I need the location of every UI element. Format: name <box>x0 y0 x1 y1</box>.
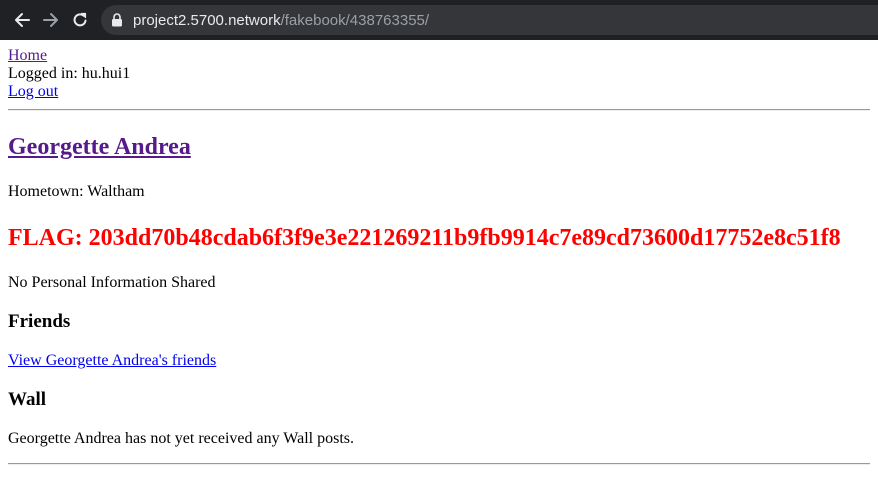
friends-heading: Friends <box>8 311 71 332</box>
top-nav: Home Logged in: hu.hui1 Log out <box>8 40 870 101</box>
logged-in-text: Logged in: hu.hui1 <box>8 65 131 82</box>
logout-link[interactable]: Log out <box>8 83 58 100</box>
page-content: Home Logged in: hu.hui1 Log out Georgett… <box>0 40 878 465</box>
profile-name-heading: Georgette Andrea <box>8 131 870 163</box>
address-bar[interactable]: project2.5700.network/fakebook/438763355… <box>101 5 878 35</box>
back-button[interactable] <box>8 6 36 34</box>
home-link[interactable]: Home <box>8 47 47 64</box>
personal-info-text: No Personal Information Shared <box>8 274 216 291</box>
divider-bottom <box>8 463 870 465</box>
reload-button[interactable] <box>66 6 94 34</box>
wall-message: Georgette Andrea has not yet received an… <box>8 430 355 447</box>
url-host: project2.5700.network <box>133 11 281 29</box>
flag-text: FLAG: 203dd70b48cdab6f3f9e3e221269211b9f… <box>8 225 841 251</box>
hometown-text: Hometown: Waltham <box>8 183 145 200</box>
profile-name-link[interactable]: Georgette Andrea <box>8 134 191 160</box>
reload-icon <box>73 12 87 27</box>
browser-toolbar: project2.5700.network/fakebook/438763355… <box>0 0 878 40</box>
arrow-left-icon <box>15 13 30 27</box>
divider-top <box>8 109 870 111</box>
view-friends-link[interactable]: View Georgette Andrea's friends <box>8 352 216 369</box>
lock-icon <box>111 13 123 27</box>
url-path: /fakebook/438763355/ <box>280 11 430 29</box>
wall-heading: Wall <box>8 389 47 410</box>
arrow-right-icon <box>43 13 58 27</box>
forward-button[interactable] <box>37 6 65 34</box>
